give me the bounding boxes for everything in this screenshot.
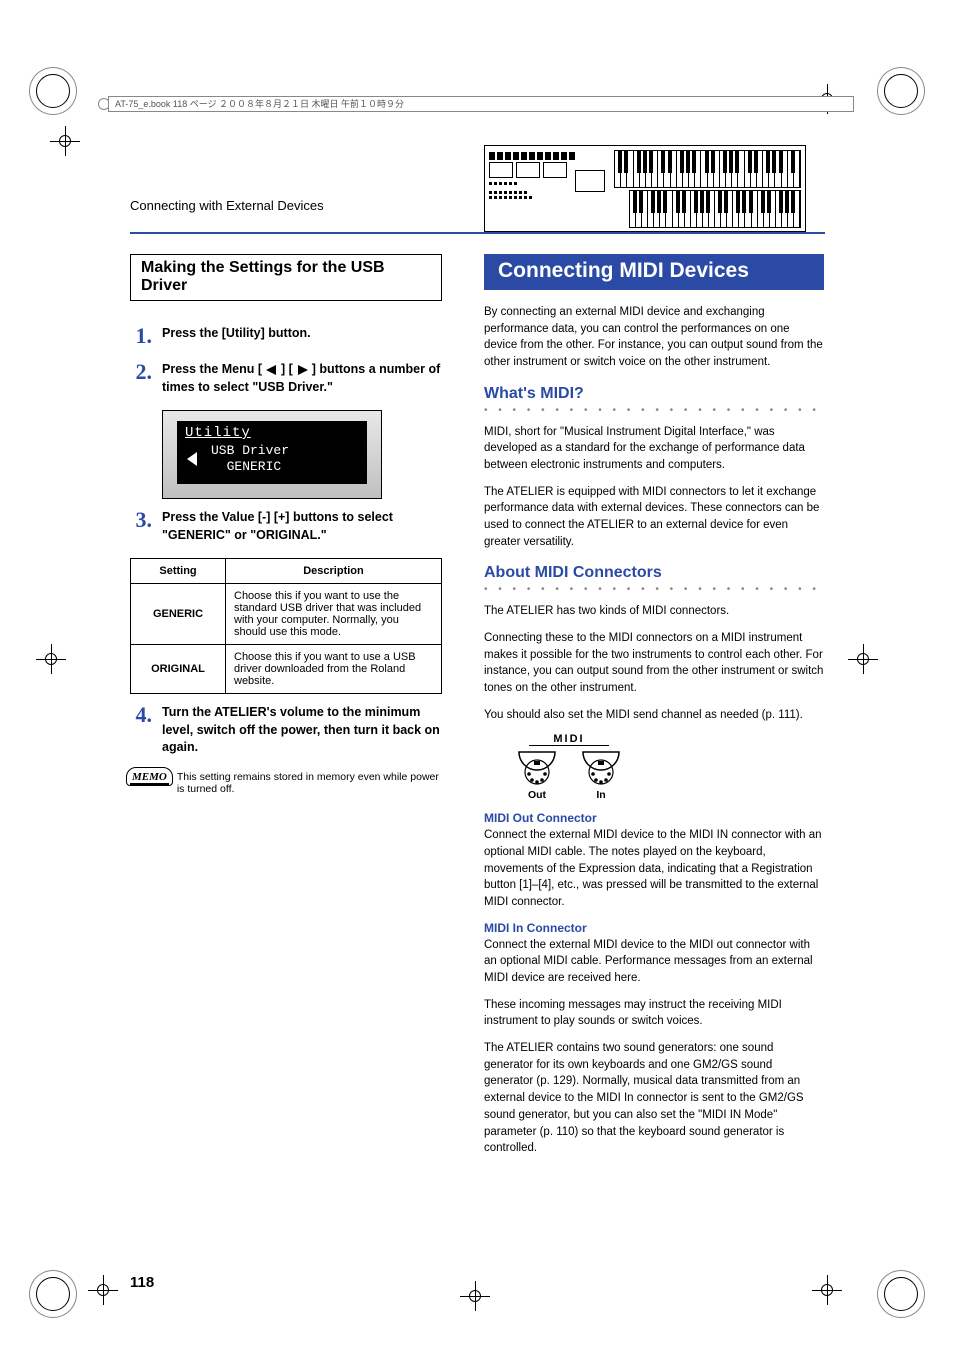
memo-text: This setting remains stored in memory ev… [177,771,442,795]
settings-table: Setting Description GENERIC Choose this … [130,558,442,694]
dotted-divider: • • • • • • • • • • • • • • • • • • • • … [484,584,824,595]
midi-devices-heading: Connecting MIDI Devices [484,254,824,290]
midi-connector-diagram: MIDI Out [504,733,634,801]
setting-generic-name: GENERIC [131,584,226,645]
midi-intro: By connecting an external MIDI device an… [484,304,824,371]
midi-in-p1: Connect the external MIDI device to the … [484,937,824,987]
step-1-text: Press the [Utility] button. [162,325,311,347]
midi-in-label: In [581,789,621,801]
crosshair-bottom-left [94,1281,112,1299]
step-3-text: Press the Value [-] [+] buttons to selec… [162,509,442,544]
table-header-setting: Setting [131,559,226,584]
table-row: ORIGINAL Choose this if you want to use … [131,645,442,694]
setting-generic-desc: Choose this if you want to use the stand… [226,584,442,645]
setting-original-desc: Choose this if you want to use a USB dri… [226,645,442,694]
whats-midi-p1: MIDI, short for "Musical Instrument Digi… [484,424,824,474]
midi-panel-label: MIDI [529,733,609,746]
step-number-4: 4. [130,704,152,757]
about-midi-p2: Connecting these to the MIDI connectors … [484,630,824,697]
midi-out-connector-icon: Out [517,750,557,801]
setting-original-name: ORIGINAL [131,645,226,694]
crosshair-mid-left [42,650,60,668]
crosshair-mid-right [854,650,872,668]
about-midi-p3: You should also set the MIDI send channe… [484,707,824,724]
about-midi-connectors-heading: About MIDI Connectors [484,564,824,582]
lcd-line-1: USB Driver [211,443,289,459]
table-header-description: Description [226,559,442,584]
page-number: 118 [130,1274,154,1291]
midi-in-p3: The ATELIER contains two sound generator… [484,1040,824,1157]
midi-in-connector-icon: In [581,750,621,801]
right-arrow-icon [296,365,308,375]
table-row: GENERIC Choose this if you want to use t… [131,584,442,645]
step-number-3: 3. [130,509,152,544]
usb-driver-heading: Making the Settings for the USB Driver [130,254,442,301]
crosshair-top-left [56,132,74,150]
lcd-left-arrow-icon [187,452,197,466]
step-4-text: Turn the ATELIER's volume to the minimum… [162,704,442,757]
reg-mark-bottom-right [884,1277,918,1311]
step-2-text: Press the Menu [ ] [ ] buttons a number … [162,361,442,396]
midi-out-p: Connect the external MIDI device to the … [484,827,824,910]
midi-out-topic: MIDI Out Connector [484,811,824,825]
lcd-screenshot: Utility USB Driver GENERIC [162,410,382,499]
midi-out-label: Out [517,789,557,801]
dotted-divider: • • • • • • • • • • • • • • • • • • • • … [484,405,824,416]
memo-icon: MEMO [130,771,169,785]
reg-mark-bottom-left [36,1277,70,1311]
midi-in-p2: These incoming messages may instruct the… [484,997,824,1030]
reg-mark-top-left [36,74,70,108]
whats-midi-heading: What's MIDI? [484,385,824,403]
crosshair-bottom-right [818,1281,836,1299]
lcd-line-2: GENERIC [211,459,289,475]
whats-midi-p2: The ATELIER is equipped with MIDI connec… [484,484,824,551]
step-number-1: 1. [130,325,152,347]
header-meta: AT-75_e.book 118 ページ ２００８年８月２１日 木曜日 午前１０… [108,96,854,112]
about-midi-p1: The ATELIER has two kinds of MIDI connec… [484,603,824,620]
step-number-2: 2. [130,361,152,396]
left-arrow-icon [266,365,278,375]
reg-mark-top-right [884,74,918,108]
crosshair-bottom-center [466,1287,484,1305]
midi-in-topic: MIDI In Connector [484,921,824,935]
lcd-title: Utility [185,425,359,441]
section-divider [130,232,825,234]
